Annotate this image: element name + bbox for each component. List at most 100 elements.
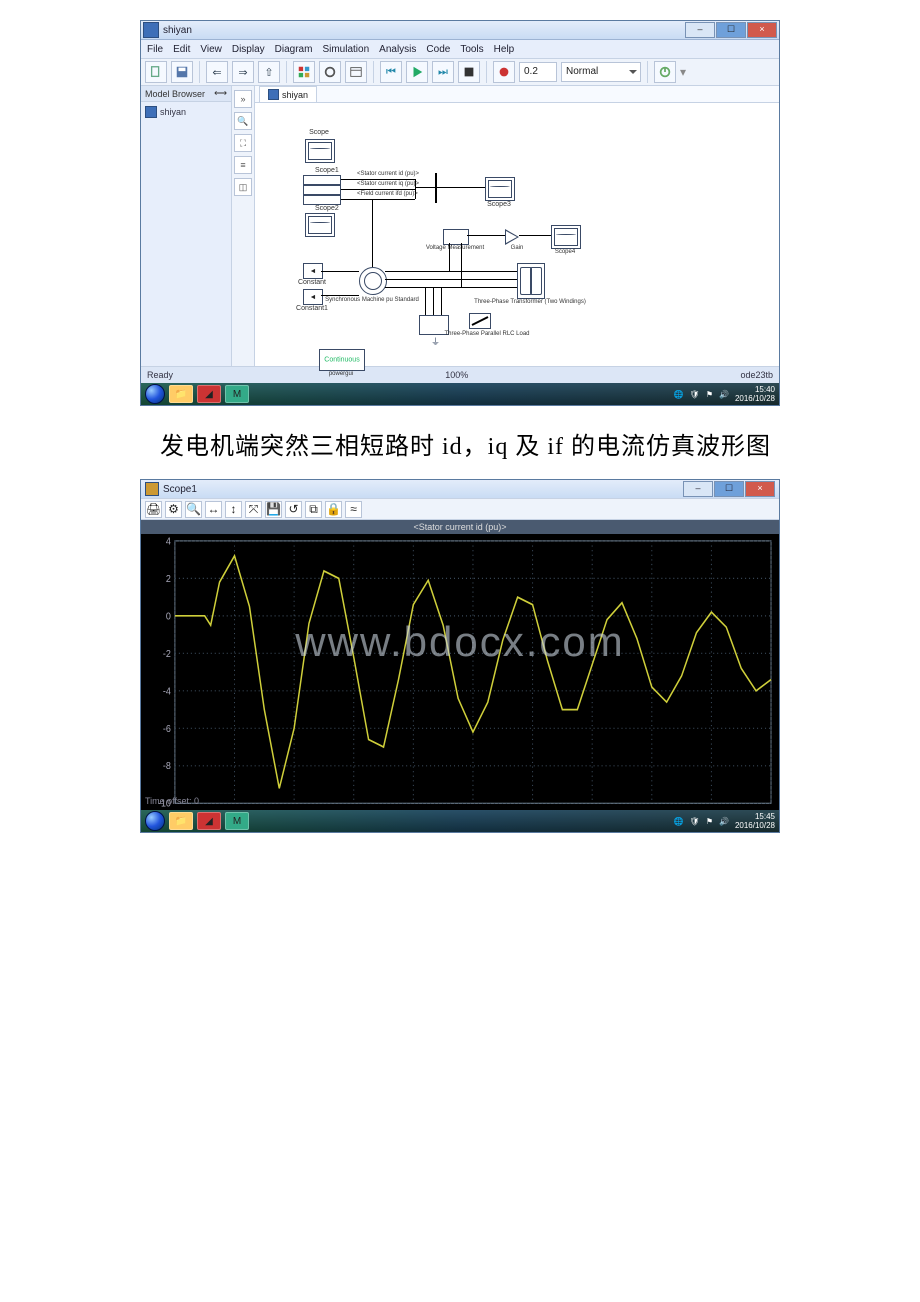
menu-simulation[interactable]: Simulation — [322, 44, 369, 55]
block-constant1[interactable]: ◄ — [303, 289, 323, 305]
menu-help[interactable]: Help — [494, 44, 515, 55]
task-explorer-icon[interactable]: 📁 — [169, 385, 193, 403]
taskbar-date: 2016/10/28 — [735, 821, 775, 830]
menu-diagram[interactable]: Diagram — [275, 44, 313, 55]
zoom-y-button[interactable]: ↕ — [225, 501, 242, 518]
save-button[interactable] — [171, 61, 193, 83]
block-scope4[interactable] — [551, 225, 581, 249]
block-scope3[interactable] — [485, 177, 515, 201]
block-voltage-meas[interactable] — [443, 229, 469, 245]
svg-text:0: 0 — [166, 611, 171, 623]
model-config-button[interactable] — [319, 61, 341, 83]
status-zoom: 100% — [445, 370, 468, 380]
task-explorer-icon[interactable]: 📁 — [169, 812, 193, 830]
stop-time-input[interactable]: 0.2 — [519, 62, 557, 82]
figure-caption: 发电机端突然三相短路时 id，iq 及 if 的电流仿真波形图 — [160, 426, 920, 461]
block-scope2[interactable] — [305, 213, 335, 237]
svg-text:-8: -8 — [163, 761, 171, 773]
menu-file[interactable]: File — [147, 44, 163, 55]
taskbar-time: 15:45 — [735, 812, 775, 821]
menu-tools[interactable]: Tools — [460, 44, 483, 55]
menu-code[interactable]: Code — [426, 44, 450, 55]
tray-flag-icon[interactable]: ⚑ — [706, 817, 713, 826]
build-button[interactable] — [654, 61, 676, 83]
tray-volume-icon[interactable]: 🔊 — [719, 817, 729, 826]
float-button[interactable]: ⧉ — [305, 501, 322, 518]
zoom-x-button[interactable]: ↔ — [205, 501, 222, 518]
library-browser-button[interactable] — [293, 61, 315, 83]
model-explorer-button[interactable] — [345, 61, 367, 83]
block-bus-sel2[interactable] — [303, 185, 341, 195]
simulation-mode-select[interactable]: Normal — [561, 62, 641, 82]
block-sync-machine[interactable] — [359, 267, 387, 295]
canvas-tab[interactable]: shiyan — [259, 86, 317, 102]
start-orb[interactable] — [145, 384, 165, 404]
start-orb[interactable] — [145, 811, 165, 831]
tray-shield-icon[interactable]: 🛡 — [690, 390, 700, 399]
annotations-button[interactable]: ≡ — [234, 156, 252, 174]
canvas[interactable]: Scope Scope1 <Stator current id (pu)> <S… — [255, 103, 779, 366]
task-app-icon[interactable]: ◢ — [197, 812, 221, 830]
svg-text:-2: -2 — [163, 648, 171, 660]
tray-network-icon[interactable]: 🌐 — [674, 390, 684, 399]
tray-network-icon[interactable]: 🌐 — [674, 817, 684, 826]
save-axes-button[interactable]: 💾 — [265, 501, 282, 518]
wire — [341, 199, 415, 200]
scope-titlebar: Scope1 – ☐ × — [141, 480, 779, 498]
toolbar: ⇐ ⇒ ⇧ ⏮ ⏭ 0.2 Normal ▾ — [141, 59, 779, 86]
minimize-button[interactable]: – — [685, 22, 715, 38]
new-model-button[interactable] — [145, 61, 167, 83]
tray-volume-icon[interactable]: 🔊 — [719, 390, 729, 399]
autoscale-button[interactable]: ⤧ — [245, 501, 262, 518]
wire — [433, 287, 434, 315]
fit-button[interactable]: ⛶ — [234, 134, 252, 152]
browser-collapse-icon[interactable]: ⟷ — [214, 88, 227, 99]
block-powergui[interactable]: Continuous — [319, 349, 365, 371]
menu-analysis[interactable]: Analysis — [379, 44, 416, 55]
close-button[interactable]: × — [747, 22, 777, 38]
task-matlab-icon[interactable]: M — [225, 385, 249, 403]
block-bus-sel1[interactable] — [303, 175, 341, 185]
stop-button[interactable] — [458, 61, 480, 83]
task-matlab-icon[interactable]: M — [225, 812, 249, 830]
bus-sig3: <Field current ifd (pu)> — [357, 191, 418, 197]
block-transformer[interactable] — [517, 263, 545, 299]
back-button[interactable]: ⇐ — [206, 61, 228, 83]
signal-select-button[interactable]: ≈ — [345, 501, 362, 518]
print-button[interactable]: 🖨 — [145, 501, 162, 518]
block-scope-label: Scope — [309, 129, 329, 136]
step-back-button[interactable]: ⏮ — [380, 61, 402, 83]
forward-button[interactable]: ⇒ — [232, 61, 254, 83]
menu-edit[interactable]: Edit — [173, 44, 190, 55]
tray-shield-icon[interactable]: 🛡 — [690, 817, 700, 826]
tree-item-model[interactable]: shiyan — [145, 106, 227, 118]
tray-flag-icon[interactable]: ⚑ — [706, 390, 713, 399]
record-button[interactable] — [493, 61, 515, 83]
params-button[interactable]: ⚙ — [165, 501, 182, 518]
wire — [341, 189, 415, 190]
block-constant[interactable]: ◄ — [303, 263, 323, 279]
block-scope[interactable] — [305, 139, 335, 163]
scope-close-button[interactable]: × — [745, 481, 775, 497]
block-bus-sel3[interactable] — [303, 195, 341, 205]
screenshot-button[interactable]: ◫ — [234, 178, 252, 196]
wire — [425, 287, 426, 315]
restore-axes-button[interactable]: ↺ — [285, 501, 302, 518]
scope-minimize-button[interactable]: – — [683, 481, 713, 497]
svg-text:2: 2 — [166, 573, 171, 585]
menu-display[interactable]: Display — [232, 44, 265, 55]
zoom-in-button[interactable]: 🔍 — [185, 501, 202, 518]
model-browser-panel: Model Browser ⟷ shiyan — [141, 86, 232, 366]
run-button[interactable] — [406, 61, 428, 83]
step-forward-button[interactable]: ⏭ — [432, 61, 454, 83]
up-button[interactable]: ⇧ — [258, 61, 280, 83]
zoom-button[interactable]: 🔍 — [234, 112, 252, 130]
scope-icon — [145, 482, 159, 496]
block-breaker[interactable] — [469, 313, 491, 329]
maximize-button[interactable]: ☐ — [716, 22, 746, 38]
hide-browser-button[interactable]: » — [234, 90, 252, 108]
task-app-icon[interactable]: ◢ — [197, 385, 221, 403]
scope-maximize-button[interactable]: ☐ — [714, 481, 744, 497]
menu-view[interactable]: View — [200, 44, 222, 55]
lock-axes-button[interactable]: 🔒 — [325, 501, 342, 518]
